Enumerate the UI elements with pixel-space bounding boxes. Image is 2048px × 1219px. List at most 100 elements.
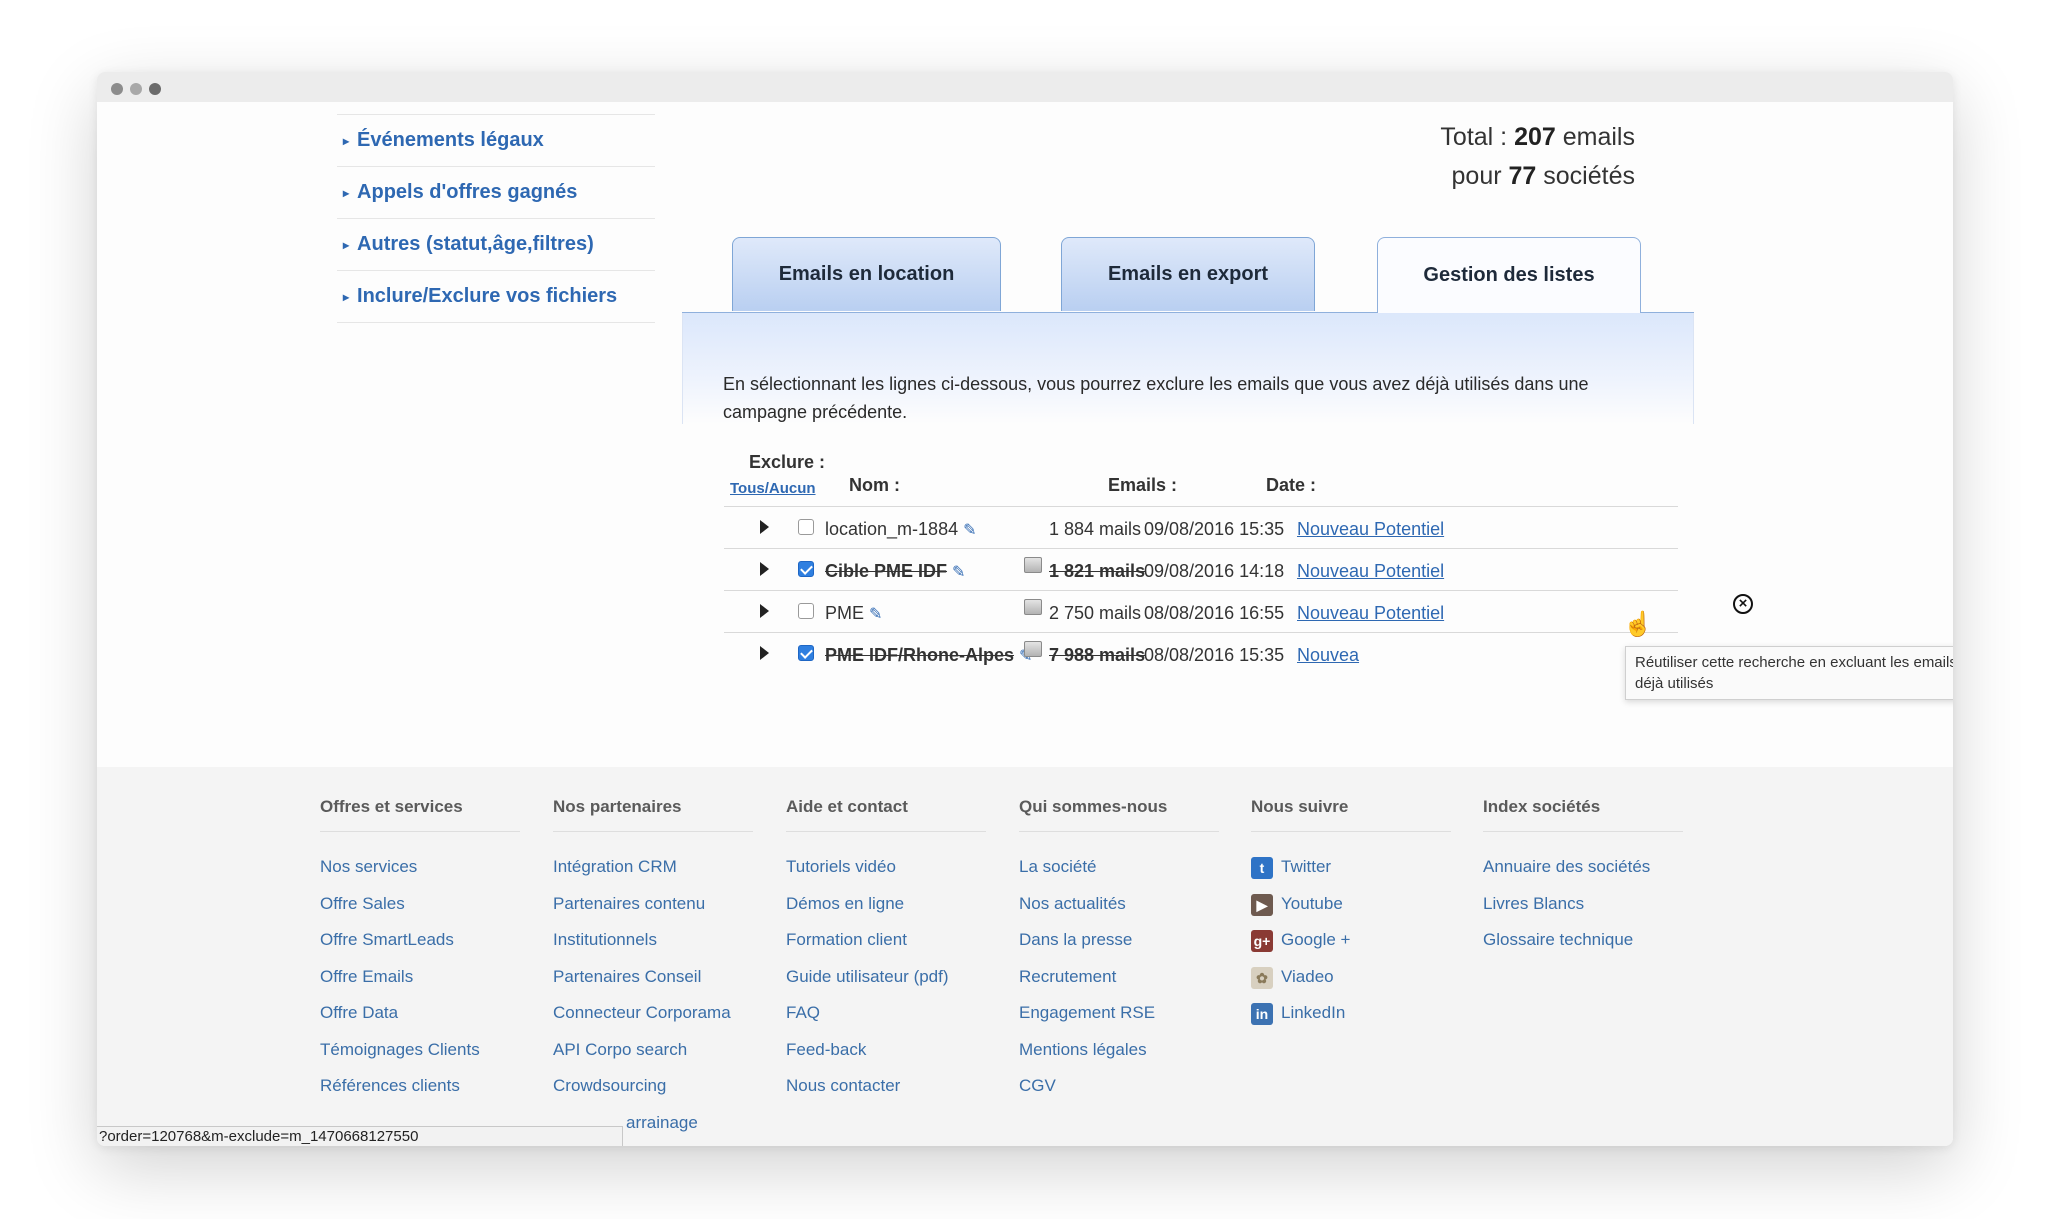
emails-count: 1 884 mails <box>1049 519 1142 539</box>
footer-link-youtube[interactable]: ▶ Youtube <box>1251 893 1350 931</box>
sidebar-item-label: Inclure/Exclure vos fichiers <box>357 285 618 307</box>
total-emails-line: Total : 207 emails <box>1440 123 1635 151</box>
footer-link[interactable]: Nous contacter <box>786 1076 949 1113</box>
footer-link[interactable]: Démos en ligne <box>786 894 949 931</box>
list-date: 08/08/2016 16:55 <box>1144 603 1285 623</box>
footer-link[interactable]: La société <box>1019 857 1155 894</box>
footer-link[interactable]: Intégration CRM <box>553 857 731 894</box>
list-name: PME IDF/Rhone-Alpes <box>825 645 1015 665</box>
table-row: location_m-1884 ✎ 1 884 mails 09/08/2016… <box>724 506 1678 549</box>
footer-column-title: Nos partenaires <box>553 797 753 832</box>
footer-link[interactable]: Mentions légales <box>1019 1040 1155 1077</box>
sidebar-item-appels-offres[interactable]: ▸ Appels d'offres gagnés <box>337 166 655 218</box>
window-close-button[interactable] <box>111 83 123 95</box>
nouveau-potentiel-link[interactable]: Nouveau Potentiel <box>1297 603 1444 624</box>
linkedin-icon: in <box>1251 1003 1273 1025</box>
nouveau-potentiel-link[interactable]: Nouvea <box>1297 645 1359 666</box>
caret-right-icon: ▸ <box>343 289 350 304</box>
footer-link[interactable]: Offre Emails <box>320 967 480 1004</box>
emails-count: 7 988 mails <box>1049 645 1146 665</box>
nouveau-potentiel-link[interactable]: Nouveau Potentiel <box>1297 519 1444 540</box>
footer-link-google-plus[interactable]: g+ Google + <box>1251 930 1350 967</box>
footer-link[interactable]: Témoignages Clients <box>320 1040 480 1077</box>
column-header-date: Date : <box>1266 475 1317 495</box>
column-header-emails: Emails : <box>1108 475 1178 495</box>
exclude-checkbox[interactable] <box>798 603 814 619</box>
emails-count: 2 750 mails <box>1049 603 1142 623</box>
tab-emails-export[interactable]: Emails en export <box>1061 237 1315 311</box>
footer-link[interactable]: Offre SmartLeads <box>320 930 480 967</box>
list-name: location_m-1884 <box>825 519 959 539</box>
edit-pencil-icon[interactable]: ✎ <box>963 522 976 539</box>
sidebar-item-evenements-legaux[interactable]: ▸ Événements légaux <box>337 114 655 166</box>
sidebar-menu: ▸ Événements légaux ▸ Appels d'offres gagn… <box>337 114 655 323</box>
footer-link[interactable]: Institutionnels <box>553 930 731 967</box>
expand-row-icon[interactable] <box>760 520 769 534</box>
emails-count: 1 821 mails <box>1049 561 1146 581</box>
edit-pencil-icon[interactable]: ✎ <box>869 606 882 623</box>
window-minimize-button[interactable] <box>130 83 142 95</box>
footer-column-title: Aide et contact <box>786 797 986 832</box>
footer-link[interactable]: Offre Sales <box>320 894 480 931</box>
list-name: Cible PME IDF <box>825 561 948 581</box>
footer-column-title: Index sociétés <box>1483 797 1683 832</box>
browser-window: ▸ Événements légaux ▸ Appels d'offres gagn… <box>97 72 1953 1146</box>
footer-link[interactable]: Offre Data <box>320 1003 480 1040</box>
footer-link[interactable]: Dans la presse <box>1019 930 1155 967</box>
footer-link[interactable]: Connecteur Corporama <box>553 1003 731 1040</box>
sidebar-item-inclure-exclure[interactable]: ▸ Inclure/Exclure vos fichiers <box>337 270 655 323</box>
footer-column-title: Nous suivre <box>1251 797 1451 832</box>
footer-link[interactable]: Formation client <box>786 930 949 967</box>
panel-intro-text: En sélectionnant les lignes ci-dessous, … <box>723 374 1589 422</box>
toggle-all-link[interactable]: Tous/Aucun <box>730 480 816 497</box>
footer-link[interactable]: Crowdsourcing <box>553 1076 731 1113</box>
expand-row-icon[interactable] <box>760 604 769 618</box>
footer-link-linkedin[interactable]: in LinkedIn <box>1251 1003 1350 1040</box>
footer-link[interactable]: Partenaires contenu <box>553 894 731 931</box>
caret-right-icon: ▸ <box>343 133 350 148</box>
twitter-icon: t <box>1251 857 1273 879</box>
column-header-name: Nom : <box>849 475 900 495</box>
edit-pencil-icon[interactable]: ✎ <box>952 564 965 581</box>
footer-link[interactable]: Engagement RSE <box>1019 1003 1155 1040</box>
footer-link[interactable]: Glossaire technique <box>1483 930 1650 967</box>
hand-pointer-icon: ☝ <box>1623 611 1653 638</box>
exclude-checkbox[interactable] <box>798 645 814 661</box>
footer-link[interactable]: Références clients <box>320 1076 480 1113</box>
footer-link[interactable]: Livres Blancs <box>1483 894 1650 931</box>
site-footer: Offres et services Nos services Offre Sa… <box>97 767 1953 1146</box>
google-plus-icon: g+ <box>1251 930 1273 952</box>
footer-link[interactable]: Partenaires Conseil <box>553 967 731 1004</box>
title-bar <box>97 72 1953 102</box>
nouveau-potentiel-link[interactable]: Nouveau Potentiel <box>1297 561 1444 582</box>
sidebar-item-autres[interactable]: ▸ Autres (statut,âge,filtres) <box>337 218 655 270</box>
exclude-checkbox[interactable] <box>798 519 814 535</box>
expand-row-icon[interactable] <box>760 562 769 576</box>
footer-column-title: Qui sommes-nous <box>1019 797 1219 832</box>
footer-link-viadeo[interactable]: ✿ Viadeo <box>1251 966 1350 1004</box>
results-summary: Total : 207 emails pour 77 sociétés <box>1440 118 1635 196</box>
window-zoom-button[interactable] <box>149 83 161 95</box>
status-bar-url: ?order=120768&m-exclude=m_1470668127550 <box>97 1126 623 1146</box>
tooltip: Réutiliser cette recherche en excluant l… <box>1625 646 1953 700</box>
caret-right-icon: ▸ <box>343 185 350 200</box>
table-row: Cible PME IDF ✎ 1 821 mails 09/08/2016 1… <box>724 548 1678 591</box>
tab-gestion-listes[interactable]: Gestion des listes <box>1377 237 1641 313</box>
footer-column-title: Offres et services <box>320 797 520 832</box>
footer-link[interactable]: Guide utilisateur (pdf) <box>786 967 949 1004</box>
footer-link[interactable]: API Corpo search <box>553 1040 731 1077</box>
footer-link[interactable]: Nos actualités <box>1019 894 1155 931</box>
close-circle-icon[interactable]: × <box>1733 594 1753 614</box>
mail-export-icon <box>1024 557 1042 573</box>
footer-link[interactable]: Recrutement <box>1019 967 1155 1004</box>
footer-link[interactable]: Feed-back <box>786 1040 949 1077</box>
footer-link[interactable]: FAQ <box>786 1003 949 1040</box>
footer-link[interactable]: Nos services <box>320 857 480 894</box>
footer-link[interactable]: Annuaire des sociétés <box>1483 857 1650 894</box>
expand-row-icon[interactable] <box>760 646 769 660</box>
footer-link-twitter[interactable]: t Twitter <box>1251 857 1350 894</box>
footer-link[interactable]: CGV <box>1019 1076 1155 1113</box>
tab-emails-location[interactable]: Emails en location <box>732 237 1001 311</box>
footer-link[interactable]: Tutoriels vidéo <box>786 857 949 894</box>
exclude-checkbox[interactable] <box>798 561 814 577</box>
